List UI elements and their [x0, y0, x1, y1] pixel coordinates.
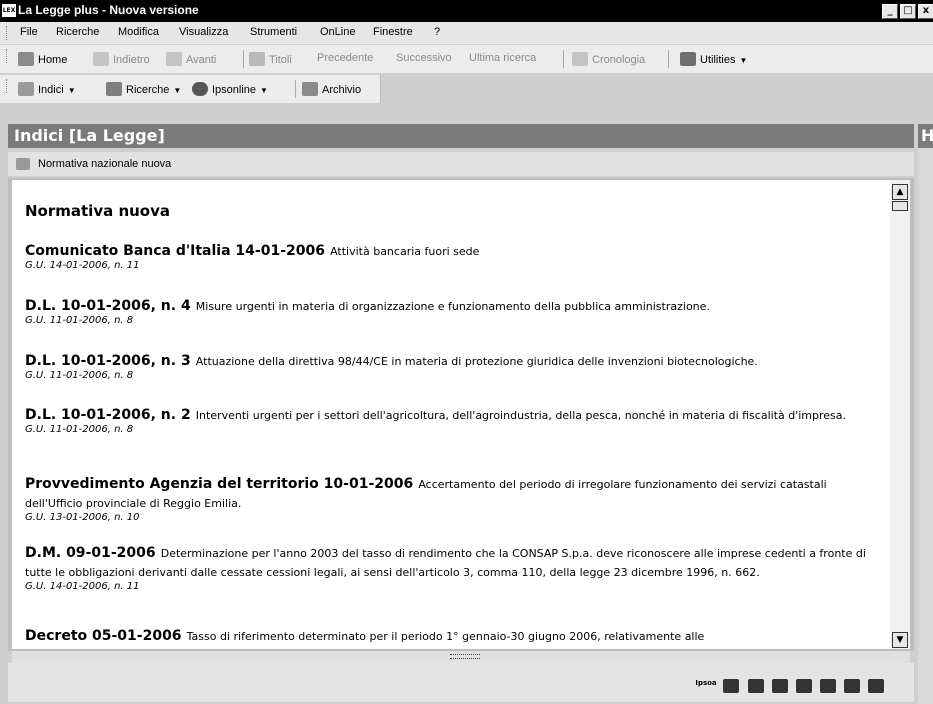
list-item[interactable]: Provvedimento Agenzia del territorio 10-… [25, 473, 885, 523]
entry-gazette: G.U. 11-01-2006, n. 8 [25, 315, 134, 326]
toolbar-grip[interactable] [6, 49, 9, 63]
tools-icon [680, 52, 696, 66]
menu-file[interactable]: File [20, 26, 38, 38]
entry-description: Attuazione della direttiva 98/44/CE in m… [195, 355, 758, 368]
toolbar-grip[interactable] [6, 79, 9, 93]
list-item[interactable]: D.L. 10-01-2006, n. 4 Misure urgenti in … [25, 295, 885, 326]
archive-button[interactable]: Archivio [302, 82, 361, 96]
entry-description: Attività bancaria fuori sede [330, 245, 480, 258]
toolbar-grip[interactable] [6, 26, 9, 40]
menu-ricerche[interactable]: Ricerche [56, 26, 99, 38]
back-arrow-icon [93, 52, 109, 66]
forward-button[interactable]: Avanti [166, 52, 216, 66]
entry-gazette: G.U. 13-01-2006, n. 10 [25, 512, 140, 523]
entry-title[interactable]: Comunicato Banca d'Italia 14-01-2006 [25, 243, 325, 259]
ipsoa-logo-icon[interactable]: Ipsoa [695, 679, 716, 693]
toolbar-separator [563, 50, 564, 68]
entry-gazette: G.U. 14-01-2006, n. 11 [25, 581, 140, 592]
searches-menu-button[interactable]: Ricerche ▼ [106, 82, 181, 96]
forward-arrow-icon [166, 52, 182, 66]
close-button[interactable]: x [918, 4, 933, 19]
status-bar: Ipsoa [8, 663, 914, 702]
list-item[interactable]: Decreto 05-01-2006 Tasso di riferimento … [25, 625, 885, 644]
indexes-menu-button[interactable]: Indici ▼ [18, 82, 76, 96]
globe-icon [192, 82, 208, 96]
list-item[interactable]: Comunicato Banca d'Italia 14-01-2006 Att… [25, 240, 885, 271]
entry-title[interactable]: D.L. 10-01-2006, n. 2 [25, 407, 191, 423]
index-icon [16, 158, 30, 170]
toolbar-separator [668, 50, 669, 68]
chevron-down-icon: ▼ [173, 86, 182, 95]
lex-logo-icon: LEX [2, 4, 16, 17]
minimize-button[interactable]: _ [882, 4, 898, 19]
splitter-grip[interactable] [450, 654, 480, 659]
ipsonline-menu-button[interactable]: Ipsonline ▼ [192, 82, 268, 96]
window-title: La Legge plus - Nuova versione [18, 3, 199, 17]
entry-gazette: G.U. 11-01-2006, n. 8 [25, 370, 134, 381]
titles-button[interactable]: Titoli [249, 52, 292, 66]
toolbar-separator [295, 80, 296, 98]
home-button[interactable]: Home [18, 52, 67, 66]
list-item[interactable]: D.L. 10-01-2006, n. 2 Interventi urgenti… [25, 404, 885, 435]
entry-title[interactable]: D.M. 09-01-2006 [25, 545, 156, 561]
right-pane-title: H [918, 124, 933, 148]
utilities-menu-button[interactable]: Utilities ▼ [680, 52, 747, 66]
coins-icon[interactable] [868, 678, 884, 693]
toolbar-separator [243, 50, 244, 68]
menu-help[interactable]: ? [434, 26, 440, 38]
menu-visualizza[interactable]: Visualizza [179, 26, 228, 38]
document-heading: Normativa nuova [25, 202, 171, 220]
people-icon[interactable] [795, 678, 812, 693]
card-icon[interactable] [843, 678, 860, 693]
back-button[interactable]: Indietro [93, 52, 150, 66]
scroll-down-button[interactable]: ▼ [892, 632, 908, 648]
entry-title[interactable]: Provvedimento Agenzia del territorio 10-… [25, 476, 413, 492]
list-item[interactable]: D.L. 10-01-2006, n. 3 Attuazione della d… [25, 350, 885, 381]
chevron-down-icon: ▼ [739, 56, 748, 65]
search-toolbar: Indici ▼ Ricerche ▼ Ipsonline ▼ Archivio [0, 75, 381, 103]
grid-icon[interactable] [747, 678, 764, 693]
entry-gazette: G.U. 11-01-2006, n. 8 [25, 424, 134, 435]
panel-title: Indici [La Legge] [8, 124, 914, 148]
menu-modifica[interactable]: Modifica [118, 26, 159, 38]
status-icons: Ipsoa [692, 675, 884, 694]
book-icon[interactable] [771, 678, 788, 693]
last-search-button[interactable]: Ultima ricerca [469, 52, 536, 64]
maximize-button[interactable]: □ [900, 4, 916, 19]
chevron-down-icon: ▼ [260, 86, 268, 95]
list-icon [249, 52, 265, 66]
menu-finestre[interactable]: Finestre [373, 26, 413, 38]
scroll-thumb[interactable] [892, 201, 908, 211]
entry-description: Tasso di riferimento determinato per il … [186, 630, 705, 643]
menu-bar: File Ricerche Modifica Visualizza Strume… [0, 22, 933, 44]
home-icon [18, 52, 34, 66]
entry-title[interactable]: D.L. 10-01-2006, n. 4 [25, 298, 191, 314]
breadcrumb[interactable]: Normativa nazionale nuova [8, 152, 914, 176]
navigation-toolbar: Home Indietro Avanti Titoli Precedente S… [0, 45, 933, 73]
history-button[interactable]: Cronologia [572, 52, 645, 66]
entry-title[interactable]: D.L. 10-01-2006, n. 3 [25, 353, 191, 369]
scroll-up-button[interactable]: ▲ [892, 184, 908, 200]
menu-online[interactable]: OnLine [320, 26, 355, 38]
menu-strumenti[interactable]: Strumenti [250, 26, 297, 38]
archive-icon [302, 82, 318, 96]
vertical-scrollbar[interactable]: ▲ ▼ [890, 180, 910, 649]
previous-button[interactable]: Precedente [317, 52, 373, 64]
list-item[interactable]: D.M. 09-01-2006 Determinazione per l'ann… [25, 542, 885, 592]
index-icon [18, 82, 34, 96]
chevron-down-icon: ▼ [67, 86, 76, 95]
search-icon [106, 82, 122, 96]
entry-title[interactable]: Decreto 05-01-2006 [25, 628, 182, 644]
entry-gazette: G.U. 14-01-2006, n. 11 [25, 260, 140, 271]
entry-description: Interventi urgenti per i settori dell'ag… [195, 409, 847, 422]
next-button[interactable]: Successivo [396, 52, 452, 64]
history-icon [572, 52, 588, 66]
right-pane [918, 124, 933, 704]
title-bar: LEX La Legge plus - Nuova versione _ □ x [0, 0, 933, 22]
map-icon[interactable] [723, 678, 740, 693]
entry-description: Misure urgenti in materia di organizzazi… [195, 300, 710, 313]
graduation-cap-icon[interactable] [819, 678, 836, 693]
